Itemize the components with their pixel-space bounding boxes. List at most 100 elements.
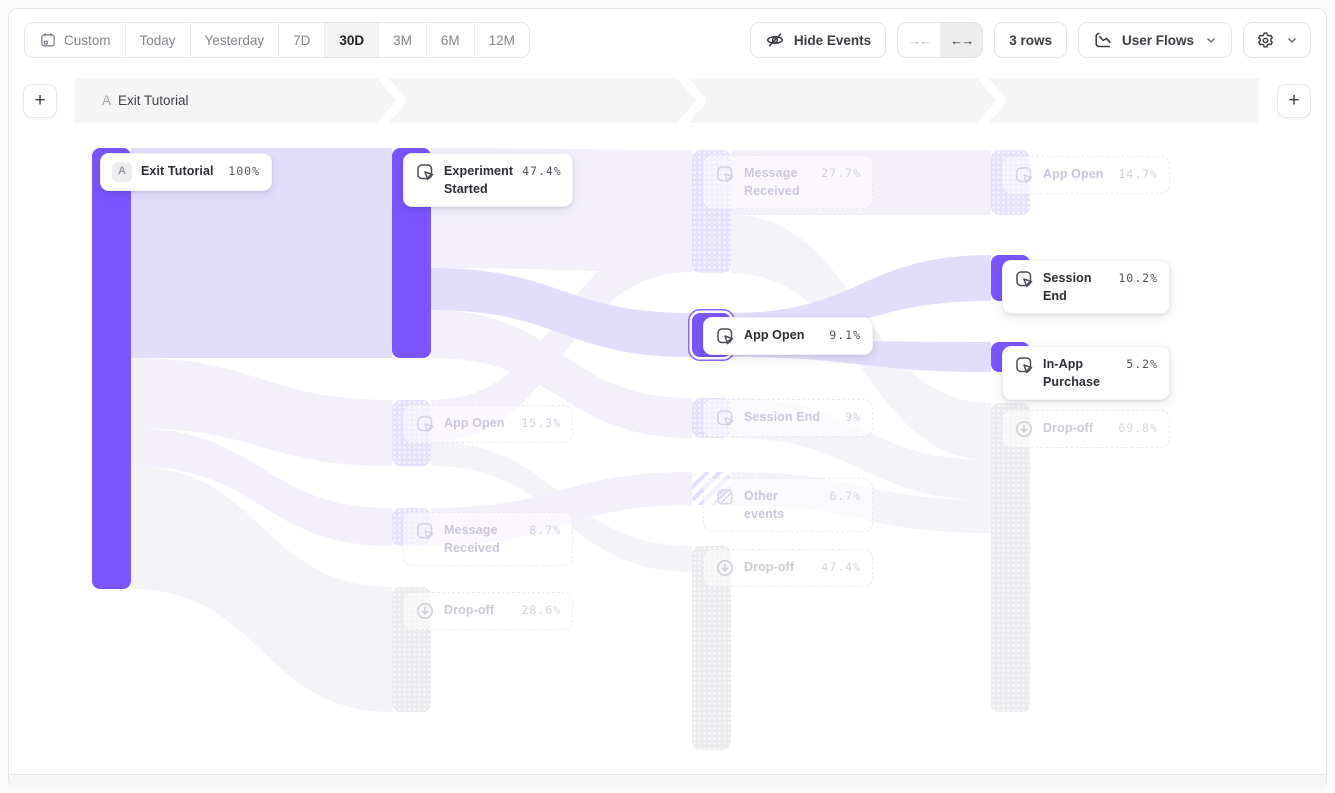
node-card-message-received-2[interactable]: Message Received 8.7% [403,512,573,566]
calendar-icon [39,31,57,49]
step-prefix: A [102,93,111,108]
date-range-30d[interactable]: 30D [325,23,379,57]
chevron-down-icon [1286,34,1298,46]
node-percentage: 9% [845,408,861,426]
date-range-label: 3M [393,33,412,48]
expand-columns-button[interactable]: ←→ [940,23,982,57]
date-range-label: Yesterday [205,33,265,48]
add-step-right-button[interactable]: + [1277,84,1311,118]
node-card-drop-off-2[interactable]: Drop-off 28.6% [403,592,573,630]
step-separator-chevron [978,78,1006,123]
date-range-label: Today [140,33,176,48]
node-bar-exit-tutorial[interactable] [92,148,131,589]
date-range-label: 12M [489,33,515,48]
node-label: Drop-off [744,558,812,576]
node-percentage: 10.2% [1118,269,1158,287]
node-percentage: 8.7% [529,521,561,539]
node-card-drop-off-3[interactable]: Drop-off 47.4% [703,549,873,587]
node-label: App Open [744,326,820,344]
node-label: Message Received [744,164,812,200]
node-percentage: 14.7% [1118,165,1158,183]
flow-step-header[interactable]: A Exit Tutorial [75,78,1259,123]
date-range-12m[interactable]: 12M [475,23,529,57]
event-icon [715,326,735,346]
toolbar-right-cluster: Hide Events →← ←→ 3 rows User Flows [750,22,1311,58]
node-percentage: 9.1% [829,326,861,344]
node-card-message-received-3[interactable]: Message Received 27.7% [703,155,873,209]
node-card-app-open-3[interactable]: App Open 9.1% [703,317,873,355]
node-label: Message Received [444,521,520,557]
event-icon [715,408,735,428]
node-percentage: 100% [228,162,260,180]
event-icon [1014,269,1034,289]
rows-button[interactable]: 3 rows [994,22,1067,58]
user-flows-icon [1093,30,1113,50]
collapse-columns-button[interactable]: →← [898,23,940,57]
date-range-label: 7D [293,33,310,48]
date-range-label: 6M [441,33,460,48]
node-percentage: 47.4% [522,162,562,180]
hide-events-label: Hide Events [794,33,871,48]
node-card-app-open-4[interactable]: App Open 14.7% [1002,156,1170,194]
hide-events-button[interactable]: Hide Events [750,22,886,58]
node-label: App Open [444,414,512,432]
date-range-segmented-control: Custom Today Yesterday 7D 30D 3M 6M 12M [24,22,530,58]
node-percentage: 5.2% [1126,355,1158,373]
node-percentage: 6.7% [829,487,861,505]
drop-off-icon [715,558,735,578]
node-card-drop-off-4[interactable]: Drop-off 69.8% [1002,410,1170,448]
settings-button[interactable] [1243,22,1311,58]
node-card-in-app-purchase-4[interactable]: In-App Purchase5.2% [1002,346,1170,400]
node-label: Session End [744,408,836,426]
date-range-custom[interactable]: Custom [25,23,126,57]
node-label: Experiment Started [444,162,513,198]
drop-off-icon [415,601,435,621]
node-card-session-end-3[interactable]: Session End 9% [703,399,873,437]
node-bar-drop-off-4[interactable] [991,403,1030,712]
event-icon [415,414,435,434]
node-label: App Open [1043,165,1109,183]
step-title: A Exit Tutorial [102,93,189,108]
step-separator-chevron [378,78,406,123]
node-card-experiment-started[interactable]: Experiment Started 47.4% [403,153,573,207]
node-label: Exit Tutorial [141,162,219,180]
node-percentage: 69.8% [1118,419,1158,437]
event-icon [1014,355,1034,375]
event-icon [415,162,435,182]
date-range-yesterday[interactable]: Yesterday [191,23,280,57]
step-title-text: Exit Tutorial [118,93,189,108]
node-card-app-open-2[interactable]: App Open 15.3% [403,405,573,443]
gear-icon [1256,31,1275,50]
date-range-label: Custom [64,33,111,48]
event-icon [415,521,435,541]
node-percentage: 28.6% [521,601,561,619]
add-step-left-button[interactable]: + [23,84,57,118]
rows-label: 3 rows [1009,33,1052,48]
node-label: Session End [1043,269,1109,305]
step-separator-chevron [678,78,706,123]
date-range-today[interactable]: Today [126,23,191,57]
node-percentage: 15.3% [521,414,561,432]
date-range-7d[interactable]: 7D [279,23,325,57]
node-percentage: 47.4% [821,558,861,576]
event-icon [1014,165,1034,185]
date-range-6m[interactable]: 6M [427,23,475,57]
node-percentage: 27.7% [821,164,861,182]
chevron-down-icon [1205,34,1217,46]
event-badge: A [112,162,132,182]
date-range-label: 30D [339,33,364,48]
node-card-exit-tutorial[interactable]: A Exit Tutorial 100% [100,153,272,191]
node-card-session-end-4[interactable]: Session End 10.2% [1002,260,1170,314]
node-label: Drop-off [1043,419,1109,437]
node-card-other-events-3[interactable]: Other events 6.7% [703,478,873,532]
view-label: User Flows [1122,33,1194,48]
drop-off-icon [1014,419,1034,439]
eye-off-icon [765,30,785,50]
event-icon [715,164,735,184]
node-label: Drop-off [444,601,512,619]
node-label: Other events [744,487,820,523]
toolbar: Custom Today Yesterday 7D 30D 3M 6M 12M Hide Ev… [24,22,1311,58]
date-range-3m[interactable]: 3M [379,23,427,57]
column-width-segmented-control: →← ←→ [897,22,983,58]
view-selector-button[interactable]: User Flows [1078,22,1232,58]
